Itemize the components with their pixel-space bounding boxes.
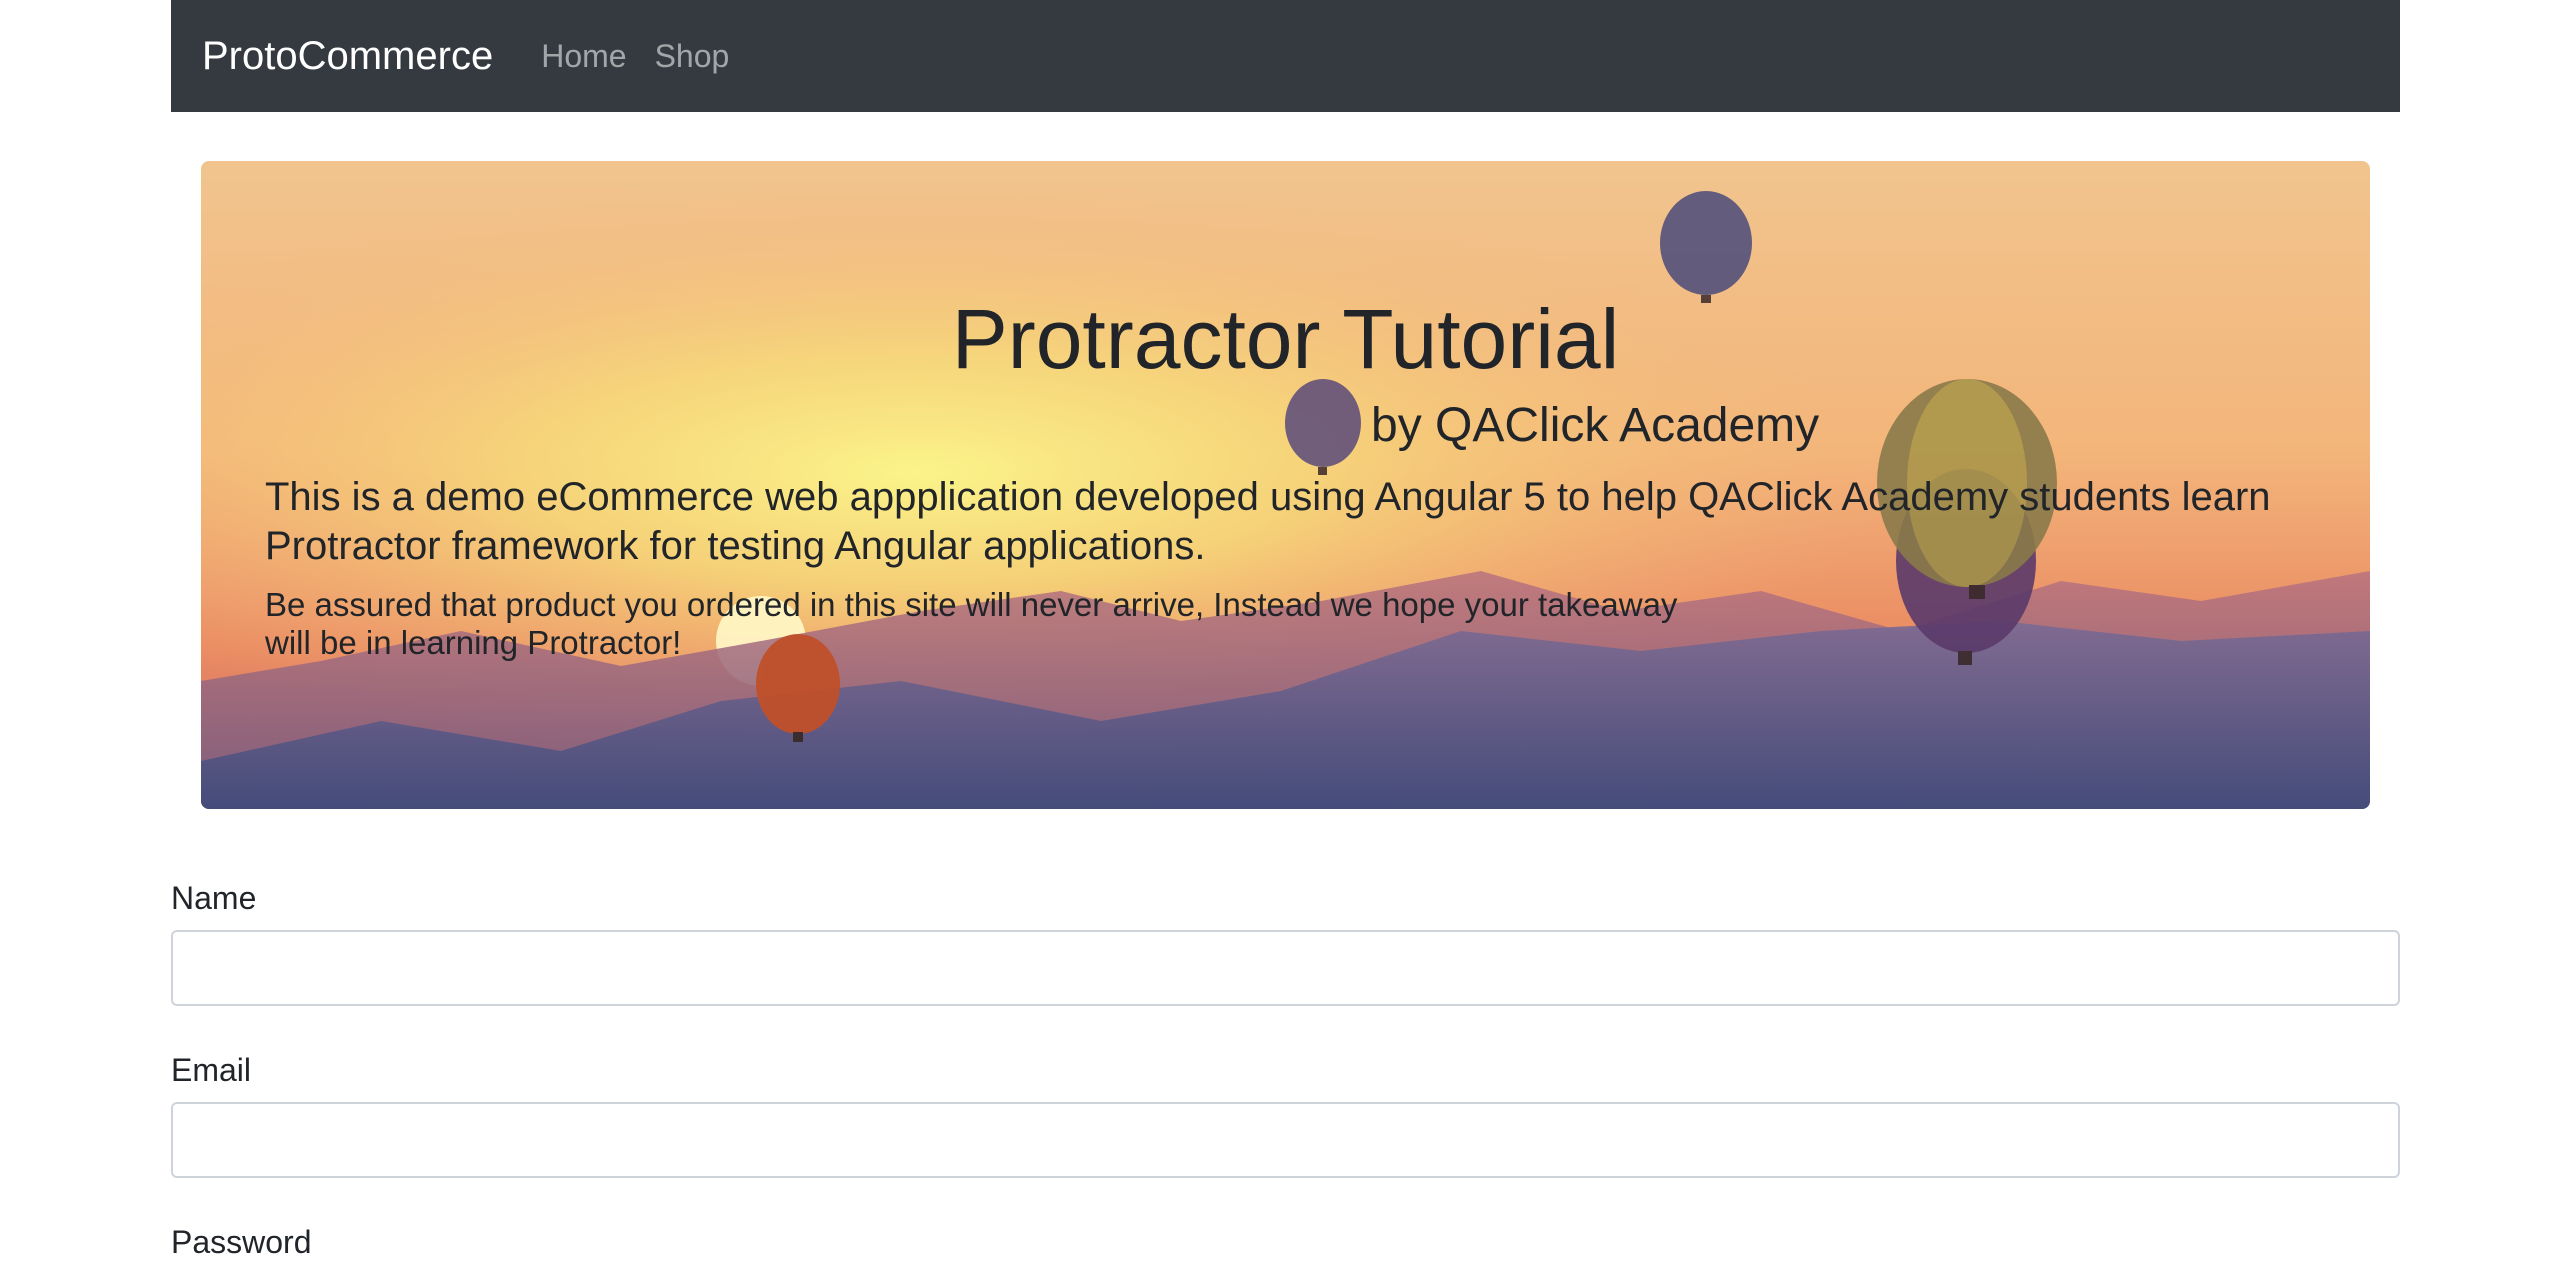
password-label: Password xyxy=(171,1224,312,1260)
email-input[interactable] xyxy=(171,1102,2400,1178)
nav-link-shop[interactable]: Shop xyxy=(655,38,730,75)
name-input[interactable] xyxy=(171,930,2400,1006)
hero-content: Protractor Tutorial by QAClick Academy T… xyxy=(201,161,2370,809)
hero-banner: Protractor Tutorial by QAClick Academy T… xyxy=(201,161,2370,809)
top-navbar: ProtoCommerce Home Shop xyxy=(171,0,2400,112)
nav-link-home[interactable]: Home xyxy=(541,38,626,75)
hero-title: Protractor Tutorial xyxy=(951,292,1620,386)
brand-link[interactable]: ProtoCommerce xyxy=(202,34,493,79)
name-label: Name xyxy=(171,880,257,916)
hero-subtitle: by QAClick Academy xyxy=(1371,399,1820,452)
email-label: Email xyxy=(171,1052,252,1088)
hero-note-text: Be assured that product you ordered in t… xyxy=(265,586,1678,661)
hero-lead-text: This is a demo eCommerce web appplicatio… xyxy=(265,475,2271,568)
password-form-group: Password xyxy=(171,1222,2400,1262)
email-form-group: Email xyxy=(171,1050,2400,1178)
name-form-group: Name xyxy=(171,878,2400,1006)
page-container: ProtoCommerce Home Shop Protractor Tutor… xyxy=(171,0,2400,1260)
